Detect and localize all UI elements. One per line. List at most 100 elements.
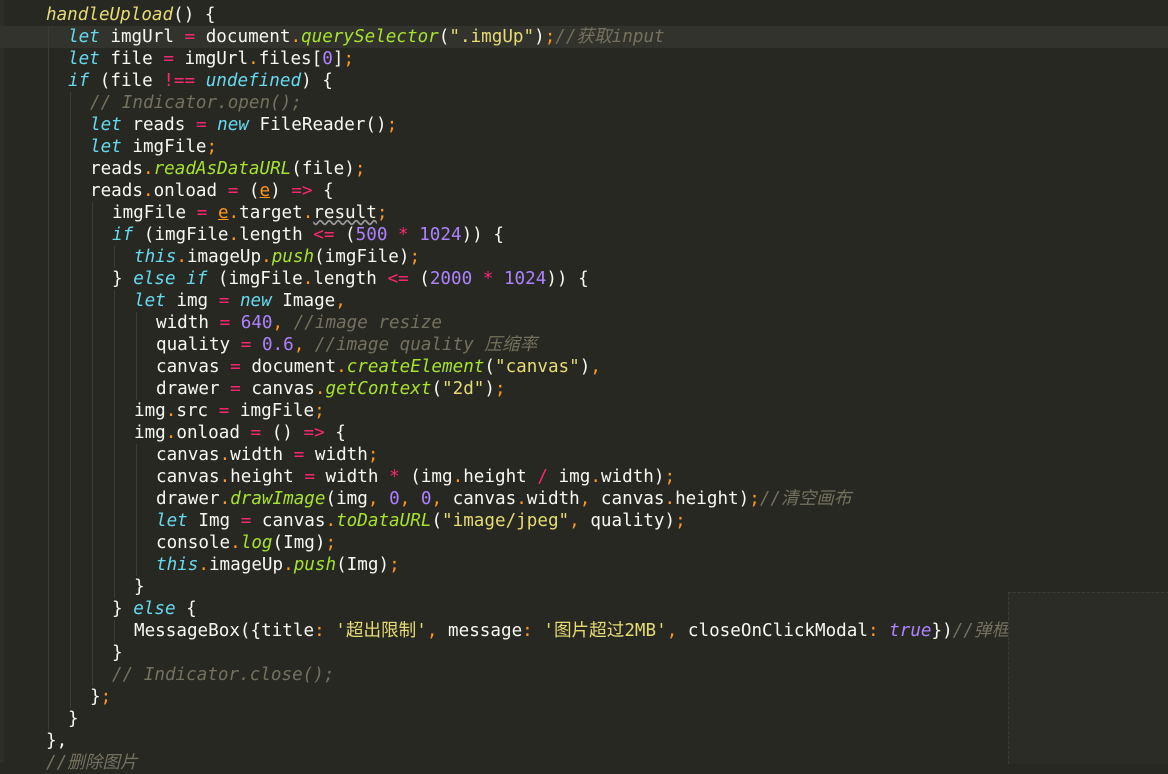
code-line[interactable]: img.onload = () => {	[0, 422, 1168, 444]
code-line[interactable]: reads.readAsDataURL(file);	[0, 158, 1168, 180]
code-token: ,	[272, 313, 284, 333]
code-token: //删除图片	[46, 753, 138, 773]
code-text: if (imgFile.length <= (500 * 1024)) {	[112, 224, 504, 246]
indent-guide	[48, 334, 49, 356]
code-text: drawer.drawImage(img, 0, 0, canvas.width…	[156, 488, 851, 510]
code-line[interactable]: }	[0, 708, 1168, 730]
code-line[interactable]: let Img = canvas.toDataURL("image/jpeg",…	[0, 510, 1168, 532]
code-token: (img	[325, 489, 368, 509]
code-token: ;	[314, 401, 325, 421]
indent-guide	[70, 664, 71, 686]
code-line[interactable]: quality = 0.6, //image quality 压缩率	[0, 334, 1168, 356]
indent-guide	[92, 400, 93, 422]
code-line[interactable]: img.src = imgFile;	[0, 400, 1168, 422]
code-text: this.imageUp.push(imgFile);	[134, 246, 420, 268]
indent-guide	[114, 290, 115, 312]
code-line[interactable]: drawer.drawImage(img, 0, 0, canvas.width…	[0, 488, 1168, 510]
code-token: e	[259, 181, 271, 201]
code-line[interactable]: } else {	[0, 598, 1168, 620]
code-line[interactable]: let imgFile;	[0, 136, 1168, 158]
code-token: .	[325, 511, 337, 531]
code-line[interactable]: canvas.height = width * (img.height / im…	[0, 466, 1168, 488]
code-token: canvas	[442, 489, 517, 509]
code-line[interactable]: canvas = document.createElement("canvas"…	[0, 356, 1168, 378]
code-token: querySelector	[301, 27, 439, 47]
indent-guide	[70, 268, 71, 290]
indent-guide	[70, 334, 71, 356]
code-token: e	[217, 203, 229, 223]
indent-guide	[114, 488, 115, 510]
indent-guide	[48, 664, 49, 686]
code-text: };	[90, 686, 111, 708]
code-line[interactable]: if (file !== undefined) {	[0, 70, 1168, 92]
code-line[interactable]: let file = imgUrl.files[0];	[0, 48, 1168, 70]
code-token: let	[90, 137, 122, 157]
code-token: .	[165, 423, 177, 443]
code-token: ;	[386, 115, 398, 135]
code-token: ;	[354, 159, 366, 179]
code-line[interactable]: // Indicator.close();	[0, 664, 1168, 686]
code-line[interactable]: reads.onload = (e) => {	[0, 180, 1168, 202]
indent-guide	[48, 686, 49, 708]
code-text: let imgFile;	[90, 136, 217, 158]
code-line[interactable]: //删除图片	[0, 752, 1168, 774]
code-line[interactable]: let img = new Image,	[0, 290, 1168, 312]
code-line[interactable]: }	[0, 642, 1168, 664]
code-token: 640	[240, 313, 273, 333]
indent-guide	[48, 642, 49, 664]
code-line[interactable]: this.imageUp.push(imgFile);	[0, 246, 1168, 268]
indent-guide	[48, 114, 49, 136]
code-token: *	[482, 269, 494, 289]
code-line[interactable]: this.imageUp.push(Img);	[0, 554, 1168, 576]
code-token: else	[133, 599, 176, 619]
code-text: let file = imgUrl.files[0];	[68, 48, 354, 70]
code-token: else if	[133, 269, 208, 289]
code-line[interactable]: let reads = new FileReader();	[0, 114, 1168, 136]
code-line[interactable]: let imgUrl = document.querySelector(".im…	[0, 26, 1168, 48]
code-line[interactable]: width = 640, //image resize	[0, 312, 1168, 334]
code-line[interactable]: imgFile = e.target.result;	[0, 202, 1168, 224]
indent-guide	[48, 224, 49, 246]
code-token: reads	[90, 159, 143, 179]
code-token: .	[176, 247, 187, 267]
code-line[interactable]: MessageBox({title: '超出限制', message: '图片超…	[0, 620, 1168, 642]
code-token: .	[302, 203, 314, 223]
indent-guide	[92, 620, 93, 642]
indent-guide	[114, 444, 115, 466]
code-token: ".imgUp"	[449, 27, 535, 47]
code-token: imgUrl	[99, 27, 185, 47]
code-line[interactable]: drawer = canvas.getContext("2d");	[0, 378, 1168, 400]
indent-guide	[70, 488, 71, 510]
indent-guide	[48, 620, 49, 642]
indent-guide	[114, 356, 115, 378]
code-line[interactable]: // Indicator.open();	[0, 92, 1168, 114]
code-token: length	[313, 269, 388, 289]
indent-guide	[70, 620, 71, 642]
code-token: ,	[431, 489, 443, 509]
code-line[interactable]: console.log(Img);	[0, 532, 1168, 554]
indent-guide	[92, 224, 93, 246]
code-editor[interactable]: handleUpload() {let imgUrl = document.qu…	[0, 0, 1168, 773]
code-line[interactable]: }	[0, 576, 1168, 598]
code-token: reads	[121, 115, 196, 135]
code-token: onload	[153, 181, 228, 201]
code-line[interactable]: };	[0, 686, 1168, 708]
code-line[interactable]: if (imgFile.length <= (500 * 1024)) {	[0, 224, 1168, 246]
indent-guide	[92, 268, 93, 290]
code-token: .	[228, 225, 240, 245]
code-token: (	[408, 269, 430, 289]
indent-guide	[70, 158, 71, 180]
code-line[interactable]: handleUpload() {	[0, 4, 1168, 26]
code-text: this.imageUp.push(Img);	[156, 554, 400, 576]
code-token: "image/jpeg"	[442, 511, 570, 531]
code-line[interactable]: },	[0, 730, 1168, 752]
code-line[interactable]: canvas.width = width;	[0, 444, 1168, 466]
code-token: // Indicator.open();	[90, 93, 302, 113]
code-token: if	[68, 71, 90, 91]
code-token: .	[290, 27, 302, 47]
code-line[interactable]: } else if (imgFile.length <= (2000 * 102…	[0, 268, 1168, 290]
